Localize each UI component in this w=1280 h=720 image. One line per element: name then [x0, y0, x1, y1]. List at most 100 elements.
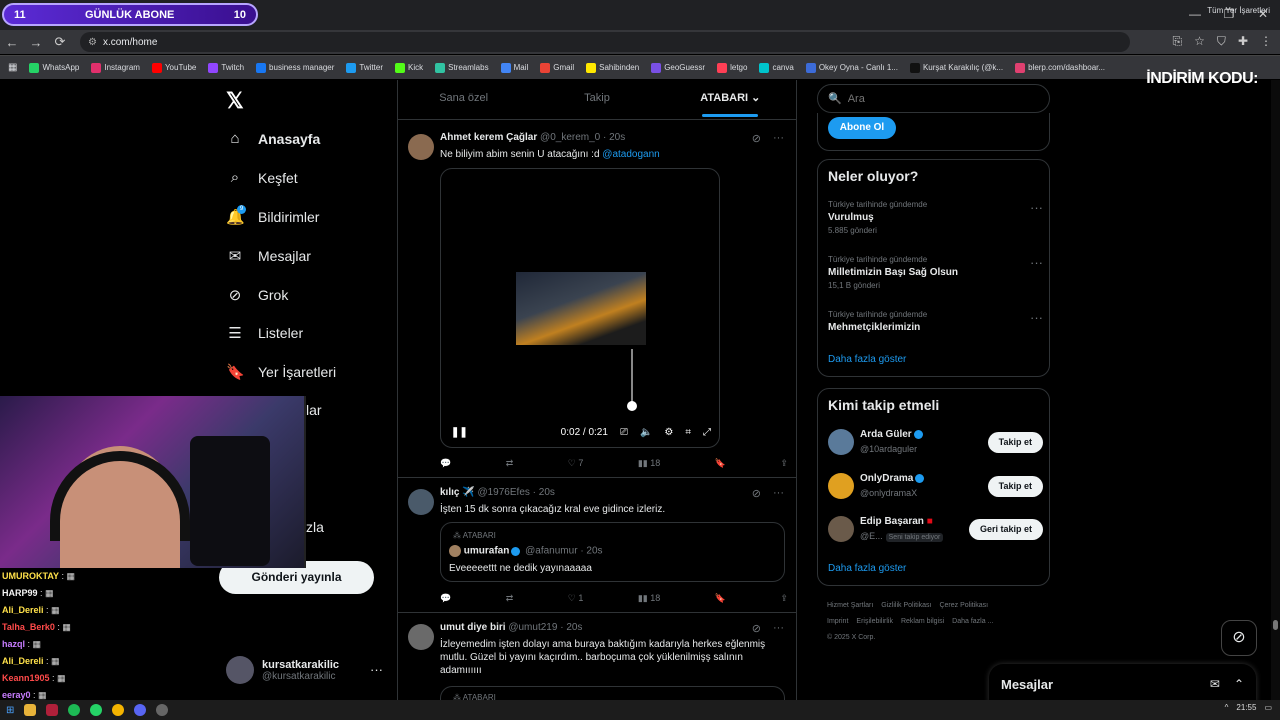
notification-icon[interactable]: ▭ — [1264, 703, 1272, 712]
bookmark-item[interactable]: Kick — [394, 62, 423, 73]
grok-icon[interactable]: ⊘ — [752, 487, 761, 500]
tweet-time[interactable]: 20s — [539, 487, 555, 498]
footer-link[interactable]: Erişilebilirlik — [856, 618, 893, 625]
back-icon[interactable]: ← — [0, 35, 24, 50]
bookmark-item[interactable]: Gmail — [540, 62, 574, 73]
footer-link[interactable]: Reklam bilgisi — [901, 618, 944, 625]
expand-icon[interactable]: ⌃ — [1234, 677, 1244, 691]
spotify-icon[interactable] — [68, 704, 81, 716]
star-icon[interactable]: ☆ — [1194, 34, 1205, 49]
search-box[interactable]: 🔍 — [817, 84, 1050, 113]
tweet-time[interactable]: 20s — [609, 132, 625, 143]
tweet-author-handle[interactable]: @umut219 — [508, 622, 557, 633]
all-bookmarks-folder[interactable]: Tüm Yer İşaretleri — [1207, 6, 1270, 15]
tweet-author-handle[interactable]: @1976Efes — [477, 487, 529, 498]
bookmark-icon[interactable]: 🔖 — [715, 593, 726, 604]
bookmark-item[interactable]: Okey Oyna - Canlı 1... — [805, 62, 898, 73]
tweet-author-name[interactable]: kılıç ✈️ — [440, 487, 475, 498]
more-icon[interactable]: ··· — [773, 622, 784, 635]
nav-item[interactable]: ⊘ Grok — [226, 286, 289, 304]
avatar[interactable] — [408, 134, 434, 160]
views-button[interactable]: ▮▮ 18 — [638, 458, 660, 469]
more-icon[interactable]: ··· — [1030, 200, 1043, 215]
video-player[interactable]: ❚❚ 0:02 / 0:21 ⎚ 🔈 ⚙ ⌗ ⤢ — [440, 168, 720, 448]
follow-button[interactable]: Takip et — [987, 432, 1043, 453]
extensions-icon[interactable]: ✚ — [1238, 34, 1248, 49]
avatar[interactable] — [408, 624, 434, 650]
avatar[interactable] — [828, 516, 854, 542]
scrollbar-thumb[interactable] — [1273, 620, 1278, 630]
site-info-icon[interactable]: ⚙ — [88, 37, 97, 48]
share-icon[interactable]: ⇪ — [780, 458, 788, 469]
scrollbar[interactable] — [1271, 80, 1280, 700]
clock[interactable]: 21:55 — [1236, 703, 1256, 712]
nav-item[interactable]: ☰ Listeler — [226, 324, 303, 342]
reply-icon[interactable]: 💬 — [440, 458, 451, 469]
x-logo-icon[interactable]: 𝕏 — [226, 88, 244, 114]
file-explorer-icon[interactable] — [24, 704, 37, 716]
volume-slider[interactable] — [631, 349, 633, 405]
more-icon[interactable]: ··· — [773, 487, 784, 500]
new-message-icon[interactable]: ✉ — [1210, 677, 1220, 691]
more-icon[interactable]: ··· — [773, 132, 784, 145]
more-icon[interactable]: ··· — [1030, 310, 1043, 325]
quoted-tweet[interactable]: ⁂ ATABARI umurafan @afanumur · 20s Eveee… — [440, 522, 785, 582]
apps-grid-icon[interactable]: ▦ — [8, 62, 17, 73]
nav-item[interactable]: zla — [306, 519, 324, 535]
app-icon[interactable] — [46, 704, 59, 716]
nav-item[interactable]: lar — [306, 402, 322, 418]
like-button[interactable]: ♡ 1 — [568, 593, 584, 604]
tweet[interactable]: umut diye biri @umut219 · 20s ⊘ ··· İzle… — [398, 614, 796, 706]
bookmark-item[interactable]: WhatsApp — [29, 62, 79, 73]
tweet-time[interactable]: 20s — [566, 622, 582, 633]
follow-button[interactable]: Takip et — [987, 476, 1043, 497]
more-icon[interactable]: ··· — [1030, 255, 1043, 270]
chrome-icon[interactable] — [112, 704, 125, 716]
grok-icon[interactable]: ⊘ — [752, 622, 761, 635]
retweet-icon[interactable]: ⇄ — [506, 593, 514, 604]
show-more-link[interactable]: Daha fazla göster — [828, 563, 906, 574]
tray-arrow-icon[interactable]: ^ — [1225, 703, 1229, 712]
trend-item[interactable]: Türkiye tarihinde gündemde Milletimizin … — [828, 255, 1043, 290]
menu-icon[interactable]: ⋮ — [1260, 34, 1272, 49]
mention-link[interactable]: @atadogann — [602, 149, 659, 160]
more-icon[interactable]: ··· — [370, 662, 383, 677]
show-more-link[interactable]: Daha fazla göster — [828, 354, 906, 365]
footer-link[interactable]: Gizlilik Politikası — [881, 602, 931, 609]
obs-icon[interactable] — [156, 704, 169, 716]
forward-icon[interactable]: → — [24, 35, 48, 50]
suggested-user[interactable]: OnlyDrama @onlydramaX Takip et — [828, 473, 1043, 503]
reload-icon[interactable]: ⟳ — [48, 34, 72, 50]
reply-icon[interactable]: 💬 — [440, 593, 451, 604]
bookmark-item[interactable]: Instagram — [91, 62, 140, 73]
bookmark-item[interactable]: GeoGuessr — [651, 62, 705, 73]
url-field[interactable]: ⚙ x.com/home — [80, 32, 1130, 52]
retweet-icon[interactable]: ⇄ — [506, 458, 514, 469]
volume-knob[interactable] — [627, 401, 637, 411]
captions-icon[interactable]: ⎚ — [620, 427, 628, 438]
bookmark-item[interactable]: Twitter — [346, 62, 383, 73]
grok-icon[interactable]: ⊘ — [1221, 620, 1257, 656]
bookmark-icon[interactable]: 🔖 — [715, 458, 726, 469]
bookmark-item[interactable]: Twitch — [208, 62, 244, 73]
footer-link[interactable]: Daha fazla ... — [952, 618, 993, 625]
footer-link[interactable]: Çerez Politikası — [939, 602, 988, 609]
bookmark-item[interactable]: blerp.com/dashboar... — [1015, 62, 1105, 73]
nav-item[interactable]: 🔖 Yer İşaretleri — [226, 363, 336, 381]
nav-item[interactable]: ⌕ Keşfet — [226, 169, 298, 186]
grok-icon[interactable]: ⊘ — [752, 132, 761, 145]
bookmark-item[interactable]: business manager — [256, 62, 334, 73]
settings-icon[interactable]: ⚙ — [664, 427, 673, 438]
avatar[interactable] — [828, 473, 854, 499]
bookmark-item[interactable]: YouTube — [151, 62, 196, 73]
discord-icon[interactable] — [134, 704, 147, 716]
crop-icon[interactable]: ⌗ — [685, 427, 691, 438]
trend-item[interactable]: Türkiye tarihinde gündemde Vurulmuş 5.88… — [828, 200, 1043, 235]
bookmark-item[interactable]: letgo — [717, 62, 747, 73]
nav-item[interactable]: ⌂ Anasayfa — [226, 130, 320, 147]
bookmark-item[interactable]: Streamlabs — [435, 62, 489, 73]
bookmark-item[interactable]: canva — [759, 62, 794, 73]
tweet-author-handle[interactable]: @0_kerem_0 — [540, 132, 600, 143]
install-app-icon[interactable]: ⎘ — [1173, 34, 1183, 49]
windows-start-icon[interactable]: ⊞ — [6, 705, 14, 716]
